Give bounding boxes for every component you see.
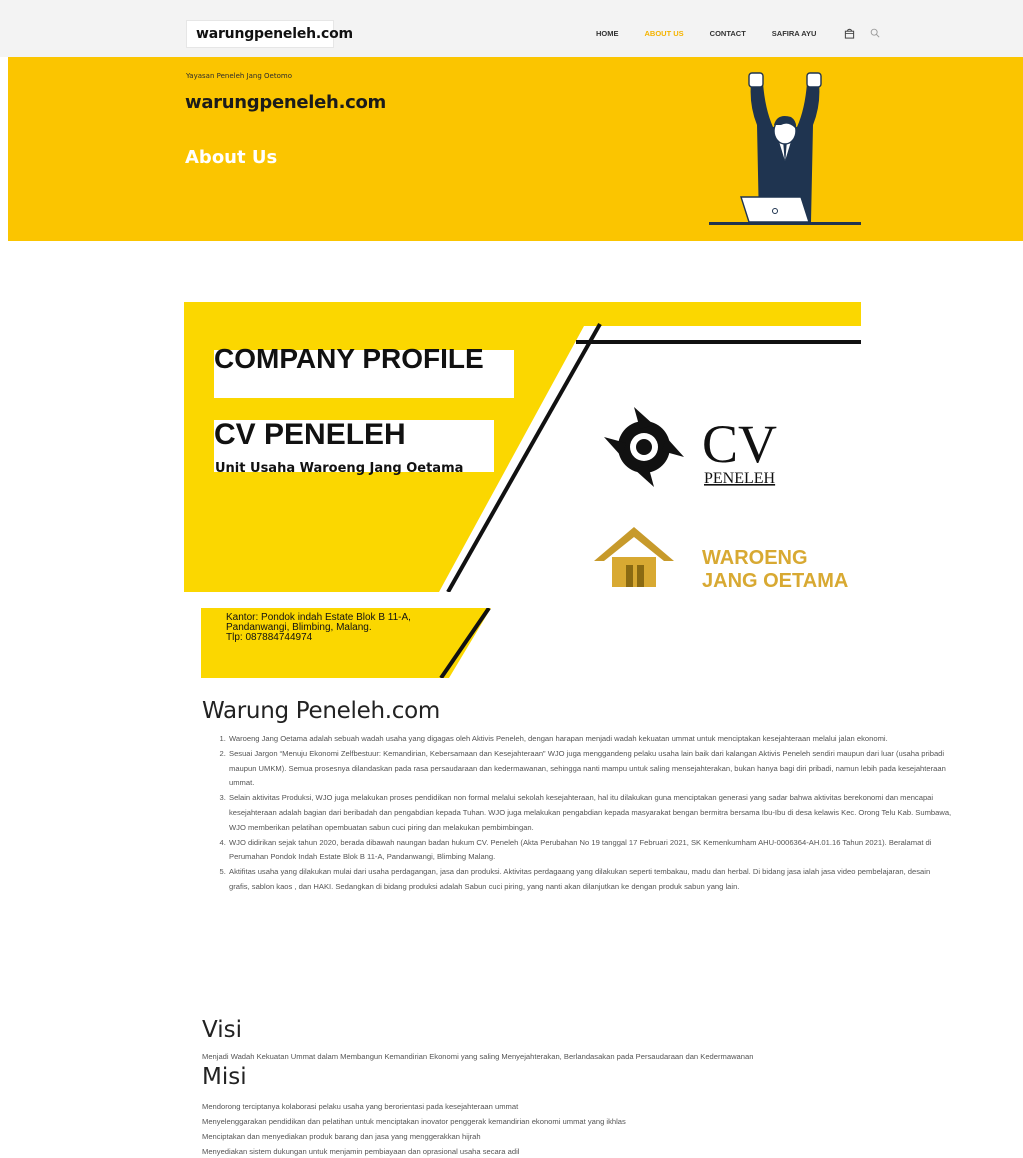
top-navbar: warungpeneleh.com HOME ABOUT US CONTACT … [0,0,1023,57]
visi-title: Visi [202,1017,242,1043]
page-hero: Yayasan Peneleh Jang Oetomo warungpenele… [8,57,1023,241]
banner-logo-wjo-line1: WAROENG [702,547,808,569]
celebrating-man-illustration [709,72,861,225]
main-menu: HOME ABOUT US CONTACT SAFIRA AYU [596,26,894,40]
menu-item-contact[interactable]: CONTACT [710,29,746,38]
banner-logo-wjo-line2: JANG OETAMA [702,570,848,592]
hero-site-title: warungpeneleh.com [185,92,387,113]
company-profile-banner: COMPANY PROFILE CV PENELEH Unit Usaha Wa… [184,302,861,592]
office-line-3: Tlp: 087884744974 [226,632,313,643]
about-title: Warung Peneleh.com [202,698,440,724]
search-icon[interactable] [868,26,882,40]
office-address: Kantor: Pondok indah Estate Blok B 11-A,… [226,613,411,643]
menu-item-account[interactable]: SAFIRA AYU [772,29,817,38]
site-logo-text: warungpeneleh.com [196,26,353,42]
banner-graphic: COMPANY PROFILE CV PENELEH Unit Usaha Wa… [184,302,861,592]
list-item: Menyediakan sistem dukungan untuk menjam… [202,1147,520,1156]
about-points: Waroeng Jang Oetama adalah sebuah wadah … [202,732,952,895]
bag-icon[interactable] [842,26,856,40]
banner-office-strip: Kantor: Pondok indah Estate Blok B 11-A,… [201,608,491,678]
list-item: Menyelenggarakan pendidikan dan pelatiha… [202,1117,626,1126]
hero-subtitle: Yayasan Peneleh Jang Oetomo [186,72,292,80]
list-item: Menciptakan dan menyediakan produk baran… [202,1132,481,1141]
banner-heading-1: COMPANY PROFILE [214,343,484,374]
list-item: Selain aktivitas Produksi, WJO juga mela… [228,791,952,835]
misi-title: Misi [202,1064,247,1090]
banner-heading-2: CV PENELEH [214,418,406,451]
banner-logo-cv-sub: PENELEH [704,470,776,487]
menu-item-about-us[interactable]: ABOUT US [645,29,684,38]
list-item: WJO didirikan sejak tahun 2020, berada d… [228,836,952,866]
about-section: Warung Peneleh.com Waroeng Jang Oetama a… [202,697,952,895]
banner-tagline: Unit Usaha Waroeng Jang Oetama [215,461,463,476]
menu-item-home[interactable]: HOME [596,29,619,38]
list-item: Aktifitas usaha yang dilakukan mulai dar… [228,865,952,895]
list-item: Sesuai Jargon “Menuju Ekonomi Zelfbestuu… [228,747,952,791]
list-item: Waroeng Jang Oetama adalah sebuah wadah … [228,732,952,747]
site-logo[interactable]: warungpeneleh.com [186,20,353,48]
list-item: Mendorong terciptanya kolaborasi pelaku … [202,1102,519,1111]
visi-text: Menjadi Wadah Kekuatan Ummat dalam Memba… [202,1052,754,1061]
misi-list: Mendorong terciptanya kolaborasi pelaku … [202,1099,626,1158]
page-title: About Us [185,147,278,168]
banner-logo-cv: CV [702,414,777,474]
